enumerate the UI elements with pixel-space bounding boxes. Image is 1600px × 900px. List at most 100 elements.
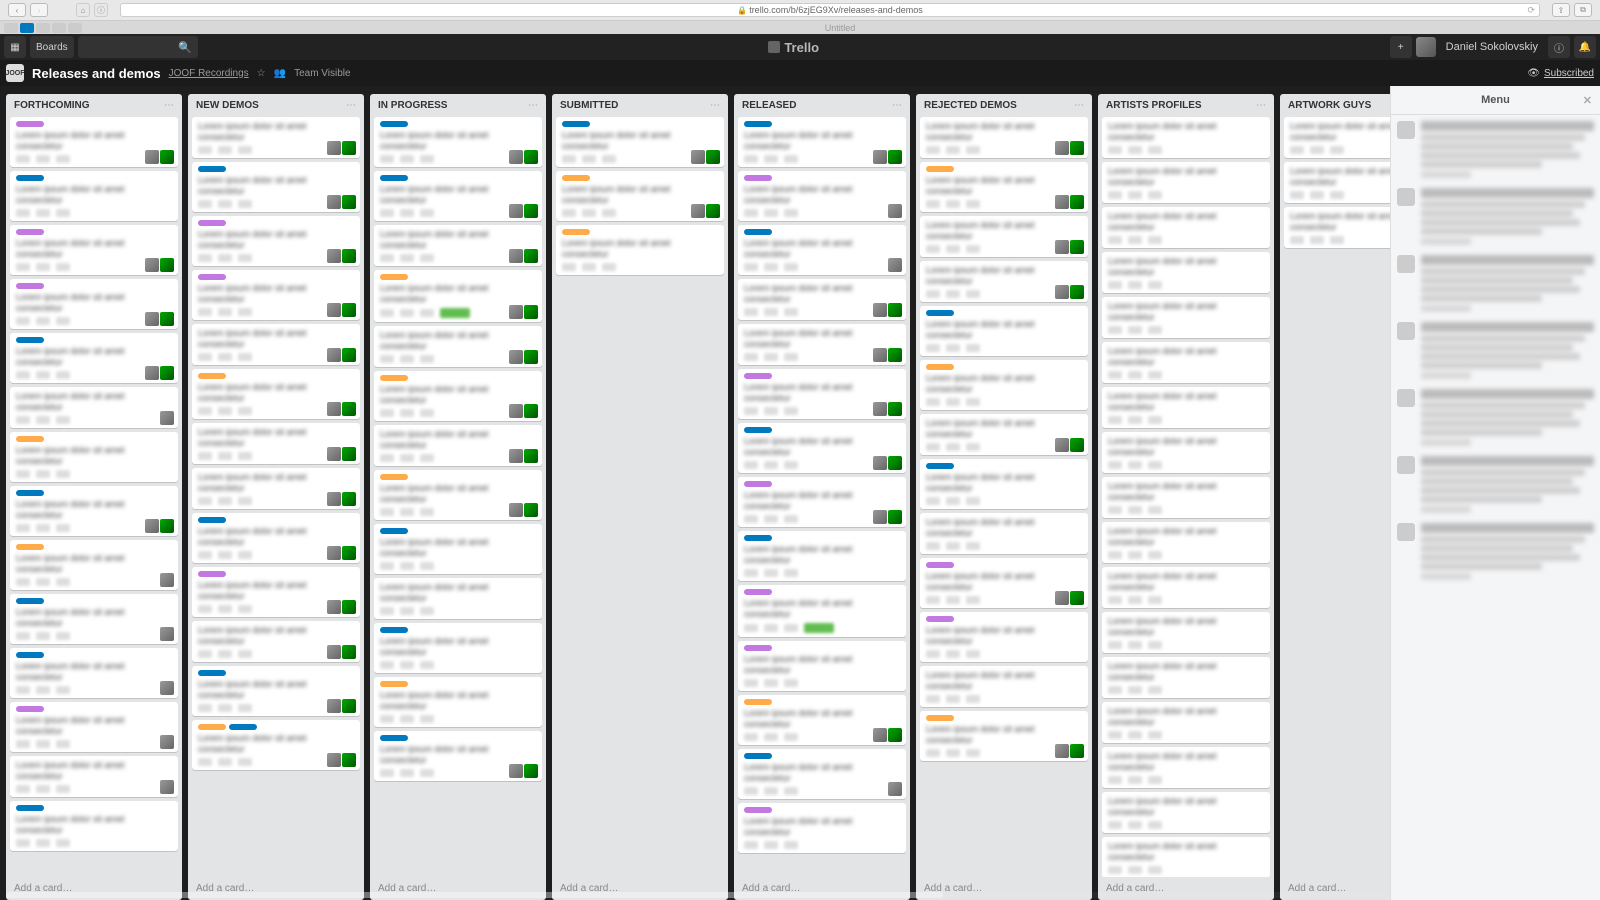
- card[interactable]: Lorem ipsum dolor sit amet consectetur: [1102, 432, 1270, 473]
- member-avatar[interactable]: [691, 204, 705, 218]
- member-avatar[interactable]: [145, 519, 159, 533]
- member-avatar[interactable]: [145, 258, 159, 272]
- list-menu-icon[interactable]: ⋯: [1074, 100, 1084, 111]
- card-label[interactable]: [562, 121, 590, 127]
- card[interactable]: Lorem ipsum dolor sit amet consectetur: [1102, 747, 1270, 788]
- card-label[interactable]: [926, 463, 954, 469]
- card[interactable]: Lorem ipsum dolor sit amet consectetur: [374, 117, 542, 167]
- card[interactable]: Lorem ipsum dolor sit amet consectetur: [10, 432, 178, 482]
- card[interactable]: Lorem ipsum dolor sit amet consectetur: [374, 326, 542, 367]
- member-avatar[interactable]: [342, 699, 356, 713]
- list-title[interactable]: NEW DEMOS: [196, 100, 346, 111]
- member-avatar[interactable]: [706, 204, 720, 218]
- card[interactable]: Lorem ipsum dolor sit amet consectetur: [1102, 117, 1270, 158]
- list-menu-icon[interactable]: ⋯: [1256, 100, 1266, 111]
- member-avatar[interactable]: [1070, 141, 1084, 155]
- info-button[interactable]: ⓘ: [1548, 36, 1570, 58]
- member-avatar[interactable]: [524, 150, 538, 164]
- card[interactable]: Lorem ipsum dolor sit amet consectetur: [1102, 657, 1270, 698]
- list-title[interactable]: SUBMITTED: [560, 100, 710, 111]
- member-avatar[interactable]: [888, 204, 902, 218]
- member-avatar[interactable]: [342, 249, 356, 263]
- member-avatar[interactable]: [160, 681, 174, 695]
- list-cards[interactable]: Lorem ipsum dolor sit amet consecteturLo…: [6, 117, 182, 877]
- card-label[interactable]: [16, 805, 44, 811]
- list-cards[interactable]: Lorem ipsum dolor sit amet consectetur Lo…: [916, 117, 1092, 877]
- card-label[interactable]: [198, 373, 226, 379]
- team-link[interactable]: JOOF Recordings: [169, 68, 249, 79]
- card[interactable]: Lorem ipsum dolor sit amet consectetur: [374, 578, 542, 619]
- card[interactable]: Lorem ipsum dolor sit amet consectetur: [374, 425, 542, 466]
- card[interactable]: Lorem ipsum dolor sit amet consectetur: [192, 621, 360, 662]
- card[interactable]: Lorem ipsum dolor sit amet consectetur: [192, 567, 360, 617]
- member-avatar[interactable]: [888, 456, 902, 470]
- list-cards[interactable]: Lorem ipsum dolor sit amet consectetur Lo…: [734, 117, 910, 877]
- member-avatar[interactable]: [160, 627, 174, 641]
- member-avatar[interactable]: [327, 348, 341, 362]
- member-avatar[interactable]: [873, 150, 887, 164]
- member-avatar[interactable]: [327, 141, 341, 155]
- card[interactable]: Lorem ipsum dolor sit amet consectetur: [10, 486, 178, 536]
- card[interactable]: Lorem ipsum dolor sit amet consectetur: [10, 117, 178, 167]
- horizontal-scrollbar[interactable]: [6, 892, 1384, 898]
- board-title[interactable]: Releases and demos: [32, 66, 161, 81]
- card-label[interactable]: [380, 474, 408, 480]
- card[interactable]: Lorem ipsum dolor sit amet consectetur: [556, 117, 724, 167]
- card[interactable]: Lorem ipsum dolor sit amet consectetur: [192, 324, 360, 365]
- member-avatar[interactable]: [327, 195, 341, 209]
- card-label[interactable]: [380, 274, 408, 280]
- card[interactable]: Lorem ipsum dolor sit amet consectetur: [374, 470, 542, 520]
- card-label[interactable]: [744, 699, 772, 705]
- tabs-button[interactable]: ⧉: [1574, 3, 1592, 17]
- member-avatar[interactable]: [160, 519, 174, 533]
- card[interactable]: Lorem ipsum dolor sit amet consectetur: [738, 171, 906, 221]
- card-label[interactable]: [744, 535, 772, 541]
- visibility-label[interactable]: Team Visible: [294, 68, 351, 79]
- card[interactable]: Lorem ipsum dolor sit amet consectetur: [1102, 612, 1270, 653]
- list-cards[interactable]: Lorem ipsum dolor sit amet consecteturLo…: [552, 117, 728, 877]
- member-avatar[interactable]: [509, 350, 523, 364]
- member-avatar[interactable]: [342, 753, 356, 767]
- card[interactable]: Lorem ipsum dolor sit amet consectetur: [192, 468, 360, 509]
- member-avatar[interactable]: [873, 456, 887, 470]
- card[interactable]: Lorem ipsum dolor sit amet consectetur: [920, 711, 1088, 761]
- member-avatar[interactable]: [509, 404, 523, 418]
- card[interactable]: Lorem ipsum dolor sit amet consectetur: [738, 279, 906, 320]
- card[interactable]: Lorem ipsum dolor sit amet consectetur: [10, 171, 178, 221]
- member-avatar[interactable]: [1070, 285, 1084, 299]
- card-label[interactable]: [744, 373, 772, 379]
- member-avatar[interactable]: [342, 195, 356, 209]
- activity-item[interactable]: [1397, 523, 1594, 580]
- card[interactable]: Lorem ipsum dolor sit amet consectetur: [374, 524, 542, 574]
- card[interactable]: Lorem ipsum dolor sit amet consectetur: [920, 414, 1088, 455]
- member-avatar[interactable]: [145, 150, 159, 164]
- card-label[interactable]: [198, 220, 226, 226]
- card-label[interactable]: [16, 283, 44, 289]
- lists-container[interactable]: FORTHCOMING⋯Lorem ipsum dolor sit amet c…: [0, 86, 1390, 900]
- member-avatar[interactable]: [509, 503, 523, 517]
- notifications-button[interactable]: 🔔: [1574, 36, 1596, 58]
- card-label[interactable]: [198, 670, 226, 676]
- card[interactable]: Lorem ipsum dolor sit amet consectetur: [374, 171, 542, 221]
- member-avatar[interactable]: [342, 600, 356, 614]
- card-label[interactable]: [744, 175, 772, 181]
- refresh-icon[interactable]: ⟳: [1527, 5, 1535, 16]
- member-avatar[interactable]: [509, 150, 523, 164]
- list-cards[interactable]: Lorem ipsum dolor sit amet consecteturLo…: [188, 117, 364, 877]
- member-avatar[interactable]: [160, 312, 174, 326]
- member-avatar[interactable]: [888, 348, 902, 362]
- member-avatar[interactable]: [342, 546, 356, 560]
- member-avatar[interactable]: [1070, 240, 1084, 254]
- card[interactable]: Lorem ipsum dolor sit amet consectetur: [1102, 252, 1270, 293]
- card[interactable]: Lorem ipsum dolor sit amet consectetur: [1284, 117, 1390, 158]
- star-icon[interactable]: ☆: [257, 68, 266, 79]
- card-label[interactable]: [380, 681, 408, 687]
- member-avatar[interactable]: [1070, 195, 1084, 209]
- list-cards[interactable]: Lorem ipsum dolor sit amet consecteturLo…: [1098, 117, 1274, 877]
- card[interactable]: Lorem ipsum dolor sit amet consectetur: [192, 513, 360, 563]
- member-avatar[interactable]: [145, 366, 159, 380]
- member-avatar[interactable]: [524, 350, 538, 364]
- list-title[interactable]: ARTWORK GUYS: [1288, 100, 1390, 111]
- member-avatar[interactable]: [1055, 195, 1069, 209]
- card[interactable]: Lorem ipsum dolor sit amet consectetur: [10, 594, 178, 644]
